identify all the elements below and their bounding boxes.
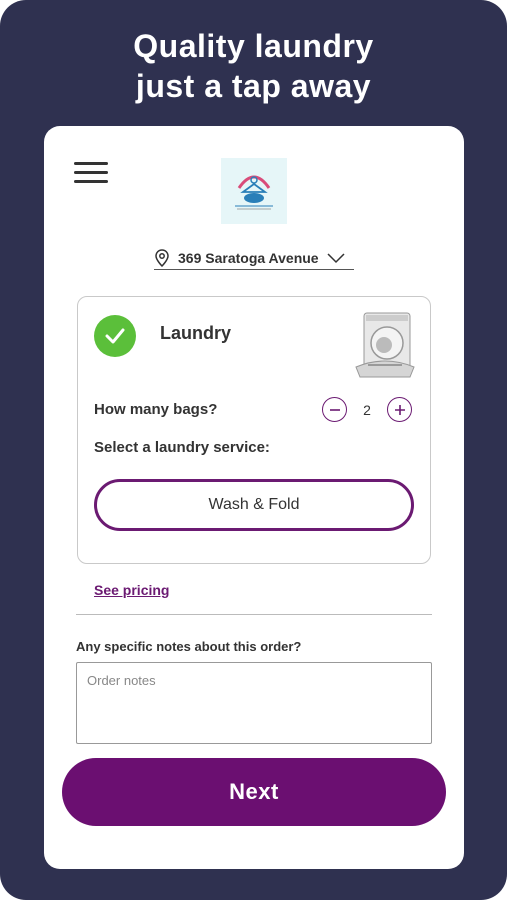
address-text: 369 Saratoga Avenue bbox=[178, 249, 319, 266]
headline-line-2: just a tap away bbox=[135, 68, 372, 104]
address-selector[interactable]: 369 Saratoga Avenue bbox=[154, 246, 354, 270]
service-select-label: Select a laundry service: bbox=[94, 439, 270, 456]
service-title: Laundry bbox=[160, 323, 232, 343]
promo-headline: Quality laundry just a tap away bbox=[0, 26, 507, 106]
app-screen: 369 Saratoga Avenue Laundry How many bag… bbox=[44, 126, 464, 869]
notes-label: Any specific notes about this order? bbox=[76, 639, 302, 654]
bags-count: 2 bbox=[363, 401, 371, 418]
location-pin-icon bbox=[155, 248, 169, 267]
laundry-service-card: Laundry How many bags? 2 Select a laundr… bbox=[77, 296, 431, 564]
order-notes-input[interactable] bbox=[76, 662, 432, 744]
see-pricing-link[interactable]: See pricing bbox=[94, 582, 169, 598]
wash-and-fold-button[interactable]: Wash & Fold bbox=[94, 479, 414, 531]
washing-machine-illustration bbox=[355, 312, 415, 378]
chevron-down-icon bbox=[327, 252, 345, 263]
minus-circle-icon[interactable] bbox=[322, 397, 347, 422]
bags-stepper: 2 bbox=[322, 397, 412, 422]
brand-logo bbox=[221, 158, 287, 224]
hamburger-menu-icon[interactable] bbox=[74, 160, 108, 184]
promo-frame: Quality laundry just a tap away 369 Sara… bbox=[0, 0, 507, 900]
divider bbox=[76, 614, 432, 615]
bags-label: How many bags? bbox=[94, 401, 218, 418]
headline-line-1: Quality laundry bbox=[133, 28, 374, 64]
check-icon bbox=[94, 315, 136, 357]
plus-circle-icon[interactable] bbox=[387, 397, 412, 422]
next-button[interactable]: Next bbox=[62, 758, 446, 826]
